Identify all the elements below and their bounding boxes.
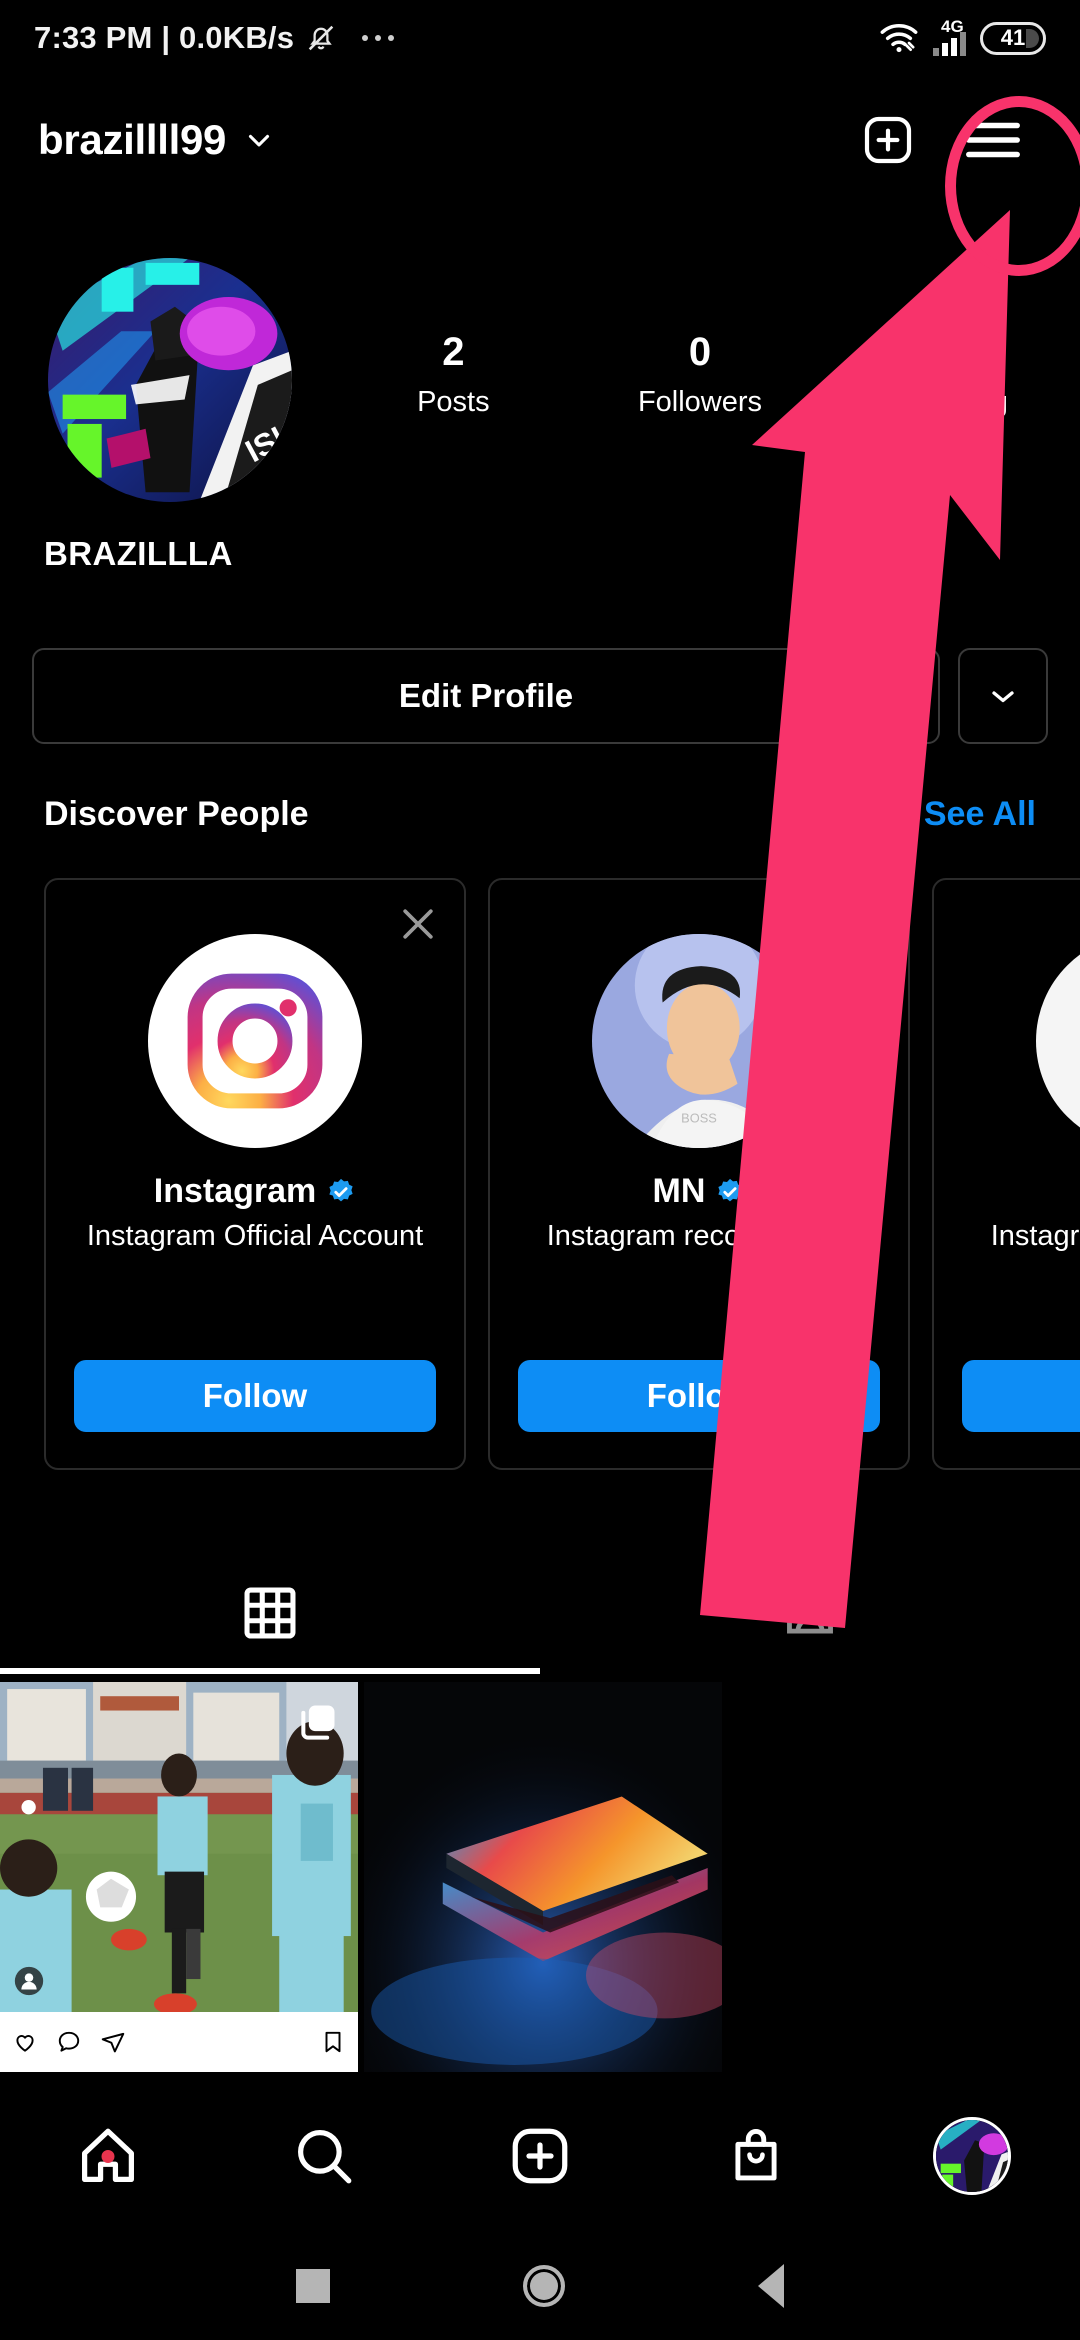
battery-indicator: 41 xyxy=(980,21,1046,55)
profile-tab-bar xyxy=(0,1555,1080,1671)
verified-badge-icon xyxy=(718,1178,743,1201)
grid-icon xyxy=(244,1587,296,1639)
suggestion-subtitle: Instagram Official Account xyxy=(86,1220,424,1252)
close-x-icon[interactable] xyxy=(396,902,440,946)
suggestion-subtitle: Instagram recommends xyxy=(990,1220,1080,1252)
home-button[interactable] xyxy=(522,2265,565,2307)
suggestion-name-row: Instagram xyxy=(154,1172,357,1211)
home-notification-badge xyxy=(101,2150,115,2163)
search-tab[interactable] xyxy=(216,2123,432,2189)
share-paperplane-icon[interactable] xyxy=(100,2029,126,2055)
header-actions xyxy=(860,112,1042,168)
edit-profile-button[interactable]: Edit Profile xyxy=(32,648,940,744)
comment-bubble-icon[interactable] xyxy=(56,2029,82,2055)
android-navigation-bar xyxy=(0,2232,1080,2340)
username-label: brazillll99 xyxy=(38,116,227,163)
person-photo-avatar[interactable] xyxy=(1036,934,1080,1148)
bell-muted-icon xyxy=(308,25,334,51)
home-tab[interactable] xyxy=(0,2123,216,2189)
tagged-tab[interactable] xyxy=(540,1555,1080,1671)
follow-button[interactable]: Follow xyxy=(74,1360,436,1432)
active-tab-indicator xyxy=(0,1668,540,1674)
stat-posts-label: Posts xyxy=(417,386,490,418)
stat-followers[interactable]: 0 Followers xyxy=(577,330,824,419)
status-bar: 7:33 PM | 0.0KB/s 4G 41 xyxy=(0,0,1080,76)
person-photo-icon: BOSS xyxy=(592,934,806,1148)
profile-avatar-image: ISLA xyxy=(48,258,292,502)
recents-button[interactable] xyxy=(296,2269,331,2303)
status-bar-left: 7:33 PM | 0.0KB/s xyxy=(34,20,395,56)
tagged-person-icon xyxy=(787,1586,833,1634)
suggestion-card[interactable]: BOSS MN Instagram recommends Follow xyxy=(488,878,910,1470)
plus-square-icon xyxy=(512,2128,568,2184)
profile-avatar[interactable]: ISLA xyxy=(48,258,292,502)
signal-bars-icon: 4G xyxy=(933,17,966,56)
profile-stats: 2 Posts 0 Followers 2 Following xyxy=(330,330,1070,419)
three-dots-icon xyxy=(362,35,395,41)
instagram-profile-screen: 7:33 PM | 0.0KB/s 4G 41 brazillll99 ISLA… xyxy=(0,0,1080,2340)
stat-posts-count: 2 xyxy=(442,330,465,374)
follow-button[interactable]: Follow xyxy=(962,1360,1080,1432)
shop-tab[interactable] xyxy=(648,2123,864,2189)
post-grid xyxy=(0,1682,1080,2072)
profile-action-row: Edit Profile xyxy=(32,648,1048,744)
hamburger-menu-icon[interactable] xyxy=(964,117,1022,163)
status-bar-right: 4G 41 xyxy=(879,17,1046,56)
post-cell[interactable] xyxy=(364,1682,722,2072)
post-action-overlay xyxy=(0,2012,358,2072)
heart-icon[interactable] xyxy=(12,2029,38,2055)
verified-badge-icon xyxy=(329,1178,353,1201)
suggestion-name-row: MN xyxy=(653,1172,746,1211)
back-button[interactable] xyxy=(757,2264,784,2308)
discover-people-header: Discover People See All xyxy=(44,795,1036,834)
follow-button[interactable]: Follow xyxy=(518,1360,880,1432)
profile-display-name: BRAZILLLA xyxy=(44,535,233,572)
wifi-icon xyxy=(880,24,918,53)
suggestion-subtitle: Instagram recommends xyxy=(546,1220,852,1252)
profile-more-button[interactable] xyxy=(958,648,1048,744)
discover-people-title: Discover People xyxy=(44,795,309,833)
network-type-label: 4G xyxy=(941,17,964,36)
stat-followers-count: 0 xyxy=(688,330,712,374)
suggestion-name: MN xyxy=(652,1172,706,1210)
discover-people-carousel[interactable]: Instagram Instagram Official Account Fol… xyxy=(44,878,1080,1470)
create-tab[interactable] xyxy=(432,2123,648,2189)
profile-avatar-image xyxy=(936,2120,1008,2192)
plus-square-icon[interactable] xyxy=(860,112,916,168)
post-cell[interactable] xyxy=(0,1682,358,2072)
chevron-down-icon xyxy=(992,691,1014,703)
person-photo-avatar[interactable]: BOSS xyxy=(592,934,806,1148)
profile-avatar xyxy=(933,2117,1011,2195)
instagram-logo-icon xyxy=(148,934,362,1148)
bottom-navigation-bar xyxy=(0,2082,1080,2230)
suggestion-card[interactable]: Instagram Instagram Official Account Fol… xyxy=(44,878,466,1470)
stat-following[interactable]: 2 Following xyxy=(823,330,1070,419)
stat-following-count: 2 xyxy=(935,330,958,374)
battery-level-label: 41 xyxy=(1000,25,1026,50)
suggestion-card[interactable]: Kanika Instagram recommends Follow xyxy=(932,878,1080,1470)
shopping-bag-icon xyxy=(735,2129,777,2181)
chevron-down-icon xyxy=(249,134,270,147)
bookmark-icon[interactable] xyxy=(320,2029,346,2055)
laptop-dark-photo xyxy=(364,1682,722,2072)
stat-posts[interactable]: 2 Posts xyxy=(330,330,577,419)
stat-followers-label: Followers xyxy=(637,386,763,418)
status-time-network: 7:33 PM | 0.0KB/s xyxy=(34,20,295,55)
stat-following-label: Following xyxy=(885,386,1008,418)
profile-tab[interactable] xyxy=(864,2117,1080,2195)
suggestion-name: Instagram xyxy=(153,1172,317,1210)
search-icon xyxy=(298,2130,352,2184)
profile-header: brazillll99 xyxy=(0,92,1080,188)
username-switcher[interactable]: brazillll99 xyxy=(38,116,276,164)
carousel-stack-icon xyxy=(301,1705,335,1740)
instagram-logo-avatar[interactable] xyxy=(148,934,362,1148)
see-all-link[interactable]: See All xyxy=(924,795,1036,834)
svg-text:BOSS: BOSS xyxy=(681,1110,717,1125)
person-photo-icon xyxy=(1036,934,1080,1148)
grid-tab[interactable] xyxy=(0,1555,540,1671)
tagged-person-badge-icon xyxy=(14,1966,44,1996)
